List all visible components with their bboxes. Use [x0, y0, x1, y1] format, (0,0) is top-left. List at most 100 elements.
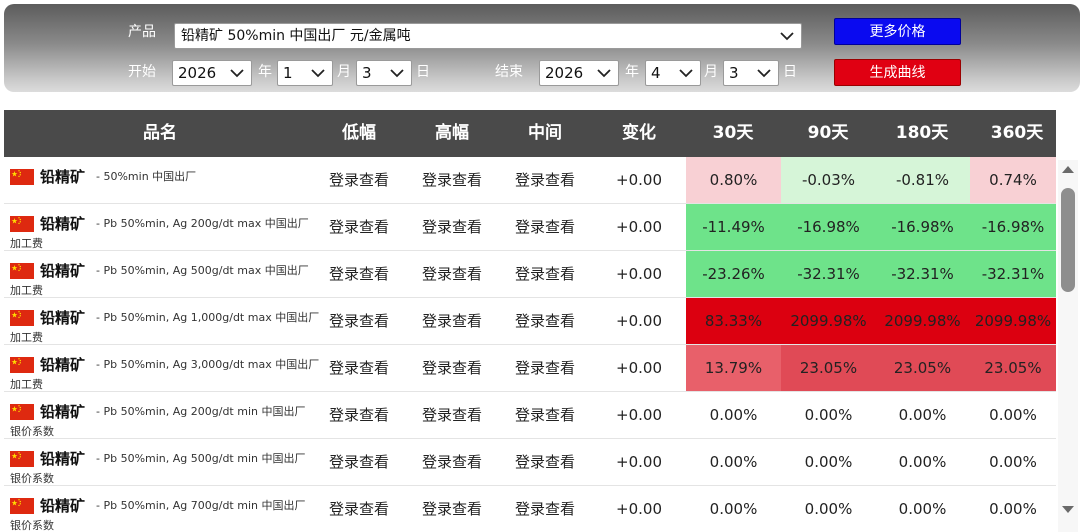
- product-select[interactable]: 铅精矿 50%min 中国出厂 元/金属吨: [174, 23, 802, 49]
- cell-low[interactable]: 登录查看: [312, 157, 406, 203]
- cell-30d: 0.00%: [686, 392, 781, 438]
- chevron-down-icon: [679, 69, 693, 78]
- cell-high[interactable]: 登录查看: [405, 439, 499, 485]
- product-name-cell[interactable]: 铅精矿 - Pb 50%min, Ag 700g/dt min 中国出厂 银价系数: [10, 492, 320, 532]
- china-flag-icon: [10, 451, 34, 467]
- end-day-select[interactable]: 3: [723, 60, 779, 86]
- price-table: 品名 低幅 高幅 中间 变化 30天 90天 180天 360天 铅精矿 - 50…: [4, 110, 1056, 532]
- cell-360d: 0.74%: [970, 157, 1056, 203]
- table-scrollbar[interactable]: [1058, 160, 1078, 532]
- cell-360d: 2099.98%: [970, 298, 1056, 344]
- cell-high[interactable]: 登录查看: [405, 392, 499, 438]
- table-row[interactable]: 铅精矿 - Pb 50%min, Ag 200g/dt max 中国出厂 加工费 登录…: [4, 204, 1056, 251]
- table-row[interactable]: 铅精矿 - Pb 50%min, Ag 500g/dt max 中国出厂 加工费 登录…: [4, 251, 1056, 298]
- cell-high[interactable]: 登录查看: [405, 486, 499, 532]
- cell-180d: -16.98%: [875, 204, 970, 250]
- cell-high[interactable]: 登录查看: [405, 204, 499, 250]
- header-high: 高幅: [435, 123, 469, 143]
- product-name-cell[interactable]: 铅精矿 - Pb 50%min, Ag 3,000g/dt max 中国出厂 加工费: [10, 351, 320, 391]
- product-name-cell[interactable]: 铅精矿 - Pb 50%min, Ag 500g/dt min 中国出厂 银价系数: [10, 445, 320, 485]
- more-prices-button[interactable]: 更多价格: [834, 18, 961, 45]
- table-row[interactable]: 铅精矿 - 50%min 中国出厂 登录查看 登录查看 登录查看 +0.00 0.80% -0…: [4, 157, 1056, 204]
- table-row[interactable]: 铅精矿 - Pb 50%min, Ag 500g/dt min 中国出厂 银价系数 登…: [4, 439, 1056, 486]
- cell-mid[interactable]: 登录查看: [498, 204, 592, 250]
- product-label: 产品: [128, 24, 156, 40]
- cell-low[interactable]: 登录查看: [312, 251, 406, 297]
- end-year-select[interactable]: 2026: [539, 60, 619, 86]
- cell-low[interactable]: 登录查看: [312, 345, 406, 391]
- cell-mid[interactable]: 登录查看: [498, 439, 592, 485]
- cell-90d: 0.00%: [781, 486, 876, 532]
- product-subtype: 加工费: [10, 378, 43, 391]
- product-subtype: 加工费: [10, 331, 43, 344]
- chevron-down-icon: [757, 69, 771, 78]
- table-row[interactable]: 铅精矿 - Pb 50%min, Ag 3,000g/dt max 中国出厂 加工费…: [4, 345, 1056, 392]
- cell-mid[interactable]: 登录查看: [498, 251, 592, 297]
- cell-mid[interactable]: 登录查看: [498, 298, 592, 344]
- generate-curve-button[interactable]: 生成曲线: [834, 59, 961, 86]
- start-month-select[interactable]: 1: [277, 60, 333, 86]
- table-header: 品名 低幅 高幅 中间 变化 30天 90天 180天 360天: [4, 110, 1056, 157]
- scroll-up-arrow-icon[interactable]: [1062, 166, 1074, 173]
- cell-change: +0.00: [616, 312, 662, 330]
- cell-30d: 13.79%: [686, 345, 781, 391]
- cell-mid[interactable]: 登录查看: [498, 392, 592, 438]
- cell-high[interactable]: 登录查看: [405, 251, 499, 297]
- cell-low[interactable]: 登录查看: [312, 204, 406, 250]
- product-spec: - Pb 50%min, Ag 500g/dt min 中国出厂: [96, 452, 306, 465]
- cell-30d: -11.49%: [686, 204, 781, 250]
- start-day-value: 3: [362, 64, 372, 82]
- product-name: 铅精矿: [40, 356, 86, 374]
- cell-mid[interactable]: 登录查看: [498, 345, 592, 391]
- cell-change: +0.00: [616, 265, 662, 283]
- product-spec: - Pb 50%min, Ag 200g/dt min 中国出厂: [96, 405, 306, 418]
- product-name: 铅精矿: [40, 309, 86, 327]
- start-year-select[interactable]: 2026: [172, 60, 252, 86]
- table-row[interactable]: 铅精矿 - Pb 50%min, Ag 700g/dt min 中国出厂 银价系数 登…: [4, 486, 1056, 532]
- product-spec-text: Pb 50%min, Ag 1,000g/dt max 中国出厂: [103, 311, 320, 324]
- cell-90d: 0.00%: [781, 392, 876, 438]
- cell-mid[interactable]: 登录查看: [498, 486, 592, 532]
- cell-high[interactable]: 登录查看: [405, 298, 499, 344]
- product-name: 铅精矿: [40, 403, 86, 421]
- start-day-unit: 日: [416, 64, 430, 80]
- cell-low[interactable]: 登录查看: [312, 486, 406, 532]
- start-day-select[interactable]: 3: [356, 60, 412, 86]
- product-spec: - Pb 50%min, Ag 1,000g/dt max 中国出厂: [96, 311, 320, 324]
- product-name-cell[interactable]: 铅精矿 - Pb 50%min, Ag 1,000g/dt max 中国出厂加工费: [10, 304, 320, 344]
- cell-high[interactable]: 登录查看: [405, 345, 499, 391]
- product-spec-text: Pb 50%min, Ag 200g/dt min 中国出厂: [103, 405, 306, 418]
- end-month-select[interactable]: 4: [645, 60, 701, 86]
- cell-low[interactable]: 登录查看: [312, 392, 406, 438]
- product-name: 铅精矿: [40, 450, 86, 468]
- table-row[interactable]: 铅精矿 - Pb 50%min, Ag 200g/dt min 中国出厂银价系数 登…: [4, 392, 1056, 439]
- product-name-cell[interactable]: 铅精矿 - Pb 50%min, Ag 200g/dt min 中国出厂银价系数: [10, 398, 320, 438]
- scroll-down-arrow-icon[interactable]: [1062, 506, 1074, 513]
- cell-180d: 0.00%: [875, 486, 970, 532]
- china-flag-icon: [10, 169, 34, 185]
- product-subtype: 银价系数: [10, 425, 54, 438]
- cell-360d: 0.00%: [970, 439, 1056, 485]
- end-day-value: 3: [729, 64, 739, 82]
- cell-low[interactable]: 登录查看: [312, 298, 406, 344]
- cell-low[interactable]: 登录查看: [312, 439, 406, 485]
- cell-change: +0.00: [616, 500, 662, 518]
- end-day-unit: 日: [783, 64, 797, 80]
- cell-30d: 0.80%: [686, 157, 781, 203]
- scrollbar-thumb[interactable]: [1061, 188, 1075, 292]
- cell-90d: -0.03%: [781, 157, 876, 203]
- filter-panel: 产品 铅精矿 50%min 中国出厂 元/金属吨 更多价格 开始 2026 年 …: [4, 4, 1080, 92]
- china-flag-icon: [10, 498, 34, 514]
- product-name-cell[interactable]: 铅精矿 - Pb 50%min, Ag 500g/dt max 中国出厂 加工费: [10, 257, 320, 297]
- product-name: 铅精矿: [40, 168, 86, 186]
- table-row[interactable]: 铅精矿 - Pb 50%min, Ag 1,000g/dt max 中国出厂加工费…: [4, 298, 1056, 345]
- cell-180d: -32.31%: [875, 251, 970, 297]
- product-select-value: 铅精矿 50%min 中国出厂 元/金属吨: [181, 28, 411, 44]
- chevron-down-icon: [390, 69, 404, 78]
- product-name-cell[interactable]: 铅精矿 - Pb 50%min, Ag 200g/dt max 中国出厂 加工费: [10, 210, 320, 250]
- product-spec-text: 50%min 中国出厂: [103, 170, 197, 183]
- cell-high[interactable]: 登录查看: [405, 157, 499, 203]
- product-name-cell[interactable]: 铅精矿 - 50%min 中国出厂: [10, 163, 320, 203]
- cell-mid[interactable]: 登录查看: [498, 157, 592, 203]
- product-spec-text: Pb 50%min, Ag 500g/dt max 中国出厂: [103, 264, 309, 277]
